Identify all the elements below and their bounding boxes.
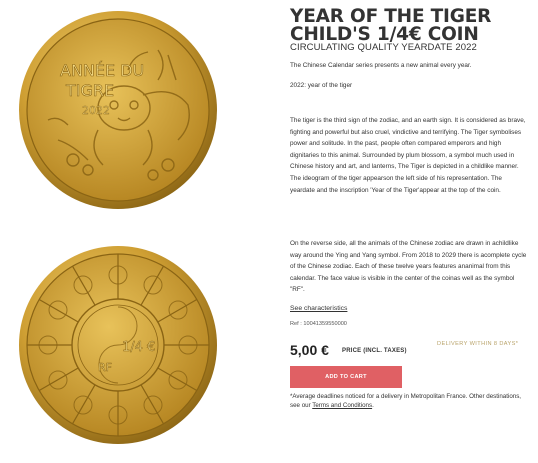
coin-inscription-1: ANNÉE DU bbox=[60, 61, 144, 80]
description-year: 2022: year of the tiger bbox=[290, 82, 353, 89]
footnote-end: . bbox=[372, 401, 374, 409]
terms-and-conditions-link[interactable]: Terms and Conditions bbox=[312, 402, 372, 409]
description-intro: The Chinese Calendar series presents a n… bbox=[290, 62, 472, 69]
price-note: PRICE (INCL. TAXES) bbox=[342, 348, 407, 354]
price-amount: 5,00 € bbox=[290, 342, 329, 358]
coin-year: 2022 bbox=[82, 104, 110, 117]
delivery-info: DELIVERY WITHIN 8 DAYS* bbox=[437, 341, 519, 347]
coin-obverse-image[interactable]: ANNÉE DU TIGRE 2022 bbox=[18, 10, 218, 210]
add-to-cart-button[interactable]: ADD TO CART bbox=[290, 366, 402, 388]
product-reference: Ref : 10041359550000 bbox=[290, 321, 347, 327]
coin-reverse-image[interactable]: 1/4 € RF bbox=[18, 245, 218, 445]
product-title: YEAR OF THE TIGER CHILD'S 1/4€ COIN bbox=[290, 7, 530, 44]
product-images: ANNÉE DU TIGRE 2022 1/4 € RF bbox=[0, 0, 280, 463]
coin-rf-symbol: RF bbox=[98, 361, 112, 374]
description-reverse: On the reverse side, all the animals of … bbox=[290, 240, 527, 294]
product-subtitle: CIRCULATING QUALITY YEARDATE 2022 bbox=[290, 42, 477, 53]
coin-face-value: 1/4 € bbox=[122, 340, 155, 355]
description-obverse: The tiger is the third sign of the zodia… bbox=[290, 117, 526, 194]
coin-inscription-2: TIGRE bbox=[65, 81, 114, 100]
see-characteristics-link[interactable]: See characteristics bbox=[290, 305, 347, 312]
delivery-footnote: *Average deadlines noticed for a deliver… bbox=[290, 393, 528, 410]
